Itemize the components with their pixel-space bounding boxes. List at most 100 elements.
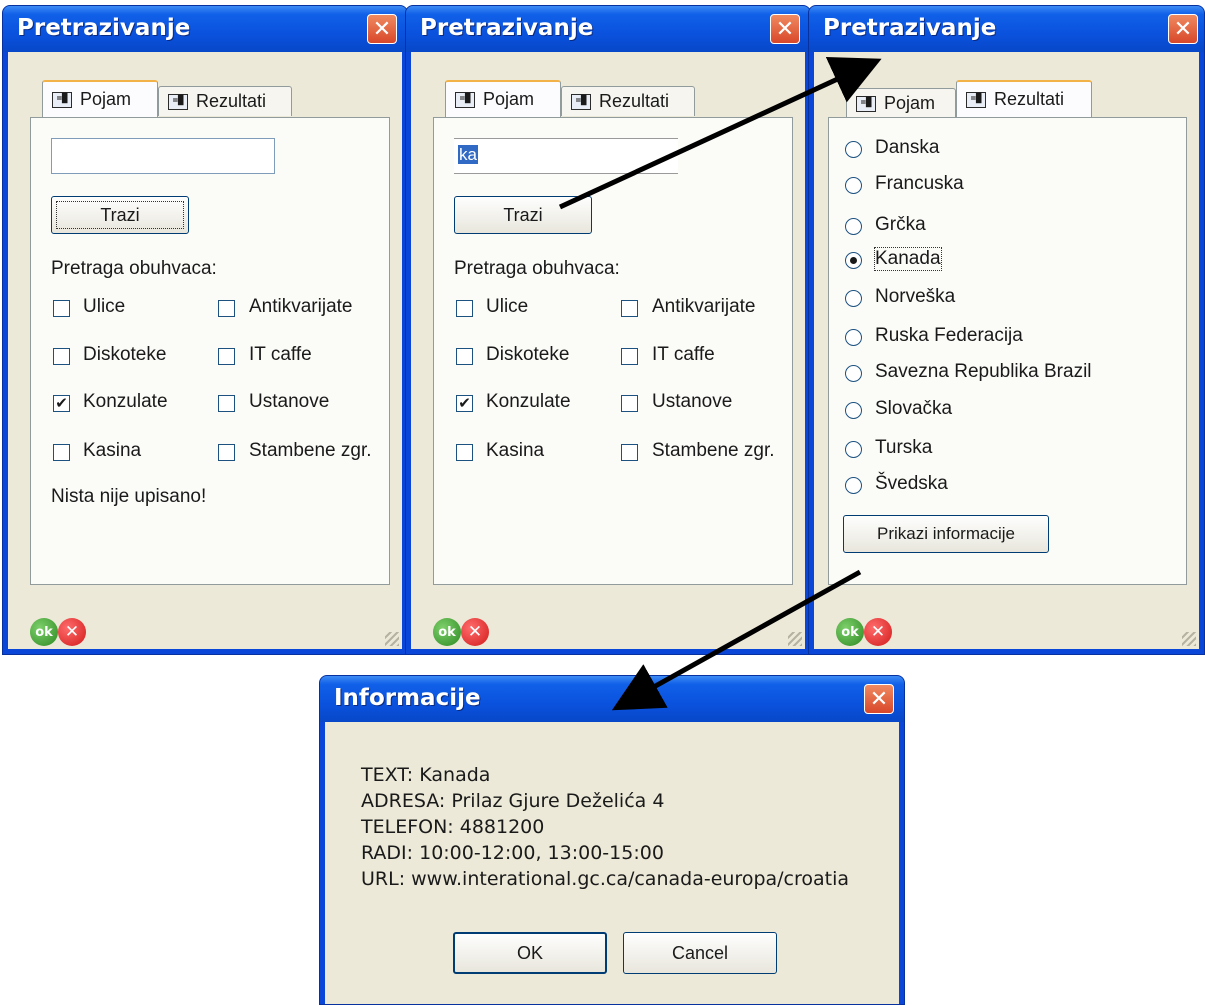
checkbox-diskoteke[interactable] bbox=[456, 348, 473, 365]
close-button[interactable]: ✕ bbox=[864, 684, 894, 714]
cancel-icon[interactable]: ✕ bbox=[58, 618, 86, 646]
resize-grip[interactable] bbox=[1182, 632, 1196, 646]
checkbox-label: Stambene zgr. bbox=[249, 440, 372, 461]
checkbox-stambene[interactable] bbox=[621, 444, 638, 461]
tab-panel: Trazi Pretraga obuhvaca: Ulice Antikvari… bbox=[30, 117, 390, 585]
tab-label: Pojam bbox=[884, 93, 936, 113]
window-client: =█ Pojam =█ Rezultati Danska Francuska G… bbox=[814, 52, 1199, 649]
form-icon: =█ bbox=[856, 95, 876, 112]
radio-label: Turska bbox=[875, 437, 933, 458]
checkbox-label: Diskoteke bbox=[83, 344, 167, 365]
tab-strip: =█ Pojam =█ Rezultati bbox=[30, 80, 402, 117]
close-button[interactable]: ✕ bbox=[770, 14, 800, 44]
radio-label: Ruska Federacija bbox=[875, 325, 1023, 346]
radio-ruska-federacija[interactable] bbox=[845, 329, 862, 346]
cancel-icon[interactable]: ✕ bbox=[461, 618, 489, 646]
checkbox-ulice[interactable] bbox=[53, 300, 70, 317]
resize-grip[interactable] bbox=[788, 632, 802, 646]
ok-icon[interactable]: ok bbox=[836, 618, 864, 646]
checkbox-konzulate[interactable]: ✔ bbox=[53, 395, 70, 412]
tab-pojam[interactable]: =█ Pojam bbox=[846, 88, 956, 118]
close-button[interactable]: ✕ bbox=[367, 14, 397, 44]
checkbox-konzulate[interactable]: ✔ bbox=[456, 395, 473, 412]
tab-rezultati[interactable]: =█ Rezultati bbox=[561, 86, 695, 116]
radio-label: Grčka bbox=[875, 214, 926, 235]
button-label: Trazi bbox=[100, 204, 140, 225]
checkbox-label: Antikvarijate bbox=[652, 296, 756, 317]
checkbox-antikvarijate[interactable] bbox=[621, 300, 638, 317]
radio-norveska[interactable] bbox=[845, 290, 862, 307]
checkbox-label: Antikvarijate bbox=[249, 296, 353, 317]
title-bar[interactable]: Informacije ✕ bbox=[320, 676, 904, 722]
radio-label: Slovačka bbox=[875, 398, 953, 419]
checkbox-label: Konzulate bbox=[83, 391, 168, 412]
form-icon: =█ bbox=[168, 93, 188, 110]
scope-label: Pretraga obuhvaca: bbox=[51, 258, 217, 279]
checkbox-stambene[interactable] bbox=[218, 444, 235, 461]
cancel-button[interactable]: Cancel bbox=[623, 932, 777, 974]
tab-panel: Danska Francuska Grčka Kanada Norveška R… bbox=[828, 117, 1187, 585]
checkbox-ustanove[interactable] bbox=[621, 395, 638, 412]
cancel-icon[interactable]: ✕ bbox=[864, 618, 892, 646]
window-client: =█ Pojam =█ Rezultati ka Trazi Pretraga … bbox=[411, 52, 805, 649]
search-input[interactable] bbox=[51, 138, 275, 174]
checkbox-kasina[interactable] bbox=[53, 444, 70, 461]
tab-panel: ka Trazi Pretraga obuhvaca: Ulice Antikv… bbox=[433, 117, 793, 585]
dialog-client: TEXT: Kanada ADRESA: Prilaz Gjure Deželi… bbox=[325, 722, 899, 1004]
checkbox-label: Stambene zgr. bbox=[652, 440, 775, 461]
checkbox-it-caffe[interactable] bbox=[218, 348, 235, 365]
info-phone: TELEFON: 4881200 bbox=[361, 816, 545, 838]
checkbox-kasina[interactable] bbox=[456, 444, 473, 461]
ok-icon[interactable]: ok bbox=[30, 618, 58, 646]
checkbox-diskoteke[interactable] bbox=[53, 348, 70, 365]
radio-label: Francuska bbox=[875, 173, 964, 194]
radio-brazil[interactable] bbox=[845, 365, 862, 382]
radio-label: Danska bbox=[875, 137, 940, 158]
title-bar[interactable]: Pretrazivanje ✕ bbox=[809, 6, 1204, 52]
checkbox-label: Diskoteke bbox=[486, 344, 570, 365]
dialog-title: Informacije bbox=[334, 685, 481, 711]
tab-pojam[interactable]: =█ Pojam bbox=[445, 80, 561, 117]
show-info-button[interactable]: Prikazi informacije bbox=[843, 515, 1049, 553]
radio-kanada[interactable] bbox=[845, 252, 862, 269]
tab-strip: =█ Pojam =█ Rezultati bbox=[836, 80, 1199, 118]
tab-rezultati[interactable]: =█ Rezultati bbox=[158, 86, 292, 116]
title-bar[interactable]: Pretrazivanje ✕ bbox=[406, 6, 810, 52]
ok-icon[interactable]: ok bbox=[433, 618, 461, 646]
form-icon: =█ bbox=[455, 91, 475, 108]
radio-danska[interactable] bbox=[845, 141, 862, 158]
radio-slovacka[interactable] bbox=[845, 402, 862, 419]
window-client: =█ Pojam =█ Rezultati Trazi Pretraga obu… bbox=[8, 52, 402, 649]
checkbox-it-caffe[interactable] bbox=[621, 348, 638, 365]
selected-text: ka bbox=[458, 145, 478, 164]
button-label: Trazi bbox=[503, 204, 543, 225]
checkbox-label: Kasina bbox=[486, 440, 545, 461]
checkbox-ulice[interactable] bbox=[456, 300, 473, 317]
radio-turska[interactable] bbox=[845, 441, 862, 458]
tab-label: Rezultati bbox=[196, 91, 267, 111]
button-label: Cancel bbox=[671, 942, 729, 963]
search-input[interactable]: ka bbox=[454, 138, 678, 174]
window-title: Pretrazivanje bbox=[420, 15, 594, 41]
checkbox-ustanove[interactable] bbox=[218, 395, 235, 412]
tab-label: Pojam bbox=[80, 89, 132, 109]
radio-francuska[interactable] bbox=[845, 177, 862, 194]
info-url: URL: www.interational.gc.ca/canada-europ… bbox=[361, 868, 850, 890]
search-button[interactable]: Trazi bbox=[51, 196, 189, 234]
radio-grcka[interactable] bbox=[845, 218, 862, 235]
resize-grip[interactable] bbox=[385, 632, 399, 646]
button-label: Prikazi informacije bbox=[877, 524, 1015, 543]
info-dialog: Informacije ✕ TEXT: Kanada ADRESA: Prila… bbox=[319, 675, 905, 1005]
title-bar[interactable]: Pretrazivanje ✕ bbox=[3, 6, 407, 52]
checkbox-label: IT caffe bbox=[652, 344, 715, 365]
radio-svedska[interactable] bbox=[845, 477, 862, 494]
tab-rezultati[interactable]: =█ Rezultati bbox=[956, 80, 1092, 117]
ok-button[interactable]: OK bbox=[453, 932, 607, 974]
window-title: Pretrazivanje bbox=[823, 15, 997, 41]
checkbox-antikvarijate[interactable] bbox=[218, 300, 235, 317]
window-title: Pretrazivanje bbox=[17, 15, 191, 41]
tab-pojam[interactable]: =█ Pojam bbox=[42, 80, 158, 117]
close-button[interactable]: ✕ bbox=[1168, 14, 1198, 44]
search-button[interactable]: Trazi bbox=[454, 196, 592, 234]
tab-strip: =█ Pojam =█ Rezultati bbox=[433, 80, 805, 117]
